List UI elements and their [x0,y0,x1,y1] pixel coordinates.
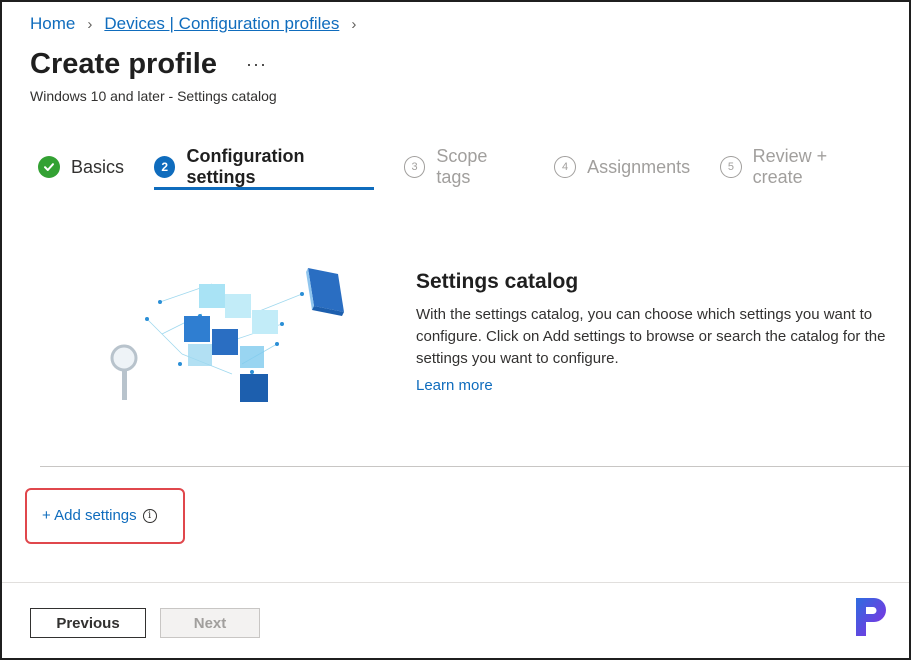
section-divider [40,466,909,467]
step-number: 3 [403,156,426,178]
step-number: 4 [554,156,577,178]
info-icon[interactable]: i [142,508,157,523]
step-scope-tags[interactable]: 3 Scope tags [403,146,524,187]
ellipsis-icon[interactable]: ··· [246,54,267,75]
add-settings-link[interactable]: + Add settings i [42,507,157,524]
step-number: 2 [154,156,176,178]
catalog-description: With the settings catalog, you can choos… [416,306,886,367]
add-settings-label: + Add settings [42,507,137,524]
next-button[interactable]: Next [160,608,260,638]
step-label: Review + create [752,146,828,187]
breadcrumb-devices-link[interactable]: Devices | Configuration profiles [104,14,339,34]
step-assignments[interactable]: 4 Assignments [554,152,690,182]
step-basics[interactable]: Basics [38,152,124,182]
step-label: Basics [71,156,125,177]
previous-button[interactable]: Previous [30,608,146,638]
page-title: Create profile [30,48,217,80]
footer-divider [2,582,909,583]
step-label: Configuration settings [186,146,305,187]
step-number: 5 [720,156,742,178]
create-profile-page: Home › Devices | Configuration profiles … [0,0,911,660]
step-label: Scope tags [436,146,488,187]
step-review-create[interactable]: 5 Review + create [720,146,879,187]
breadcrumb-home-link[interactable]: Home [30,14,75,34]
breadcrumb: Home › Devices | Configuration profiles … [30,14,368,34]
step-configuration-settings[interactable]: 2 Configuration settings [154,146,374,190]
brand-logo-icon [856,598,886,636]
step-label: Assignments [587,156,691,177]
page-subtitle: Windows 10 and later - Settings catalog [30,88,277,104]
wizard-steps: Basics 2 Configuration settings 3 Scope … [38,146,909,190]
book-icon [306,268,344,316]
learn-more-link[interactable]: Learn more [416,377,493,394]
chevron-right-icon: › [87,15,93,33]
catalog-title: Settings catalog [416,270,579,293]
checkmark-icon [38,156,60,178]
settings-catalog-illustration [110,268,344,402]
magnifier-icon [110,344,138,400]
chevron-right-icon: › [351,15,357,33]
